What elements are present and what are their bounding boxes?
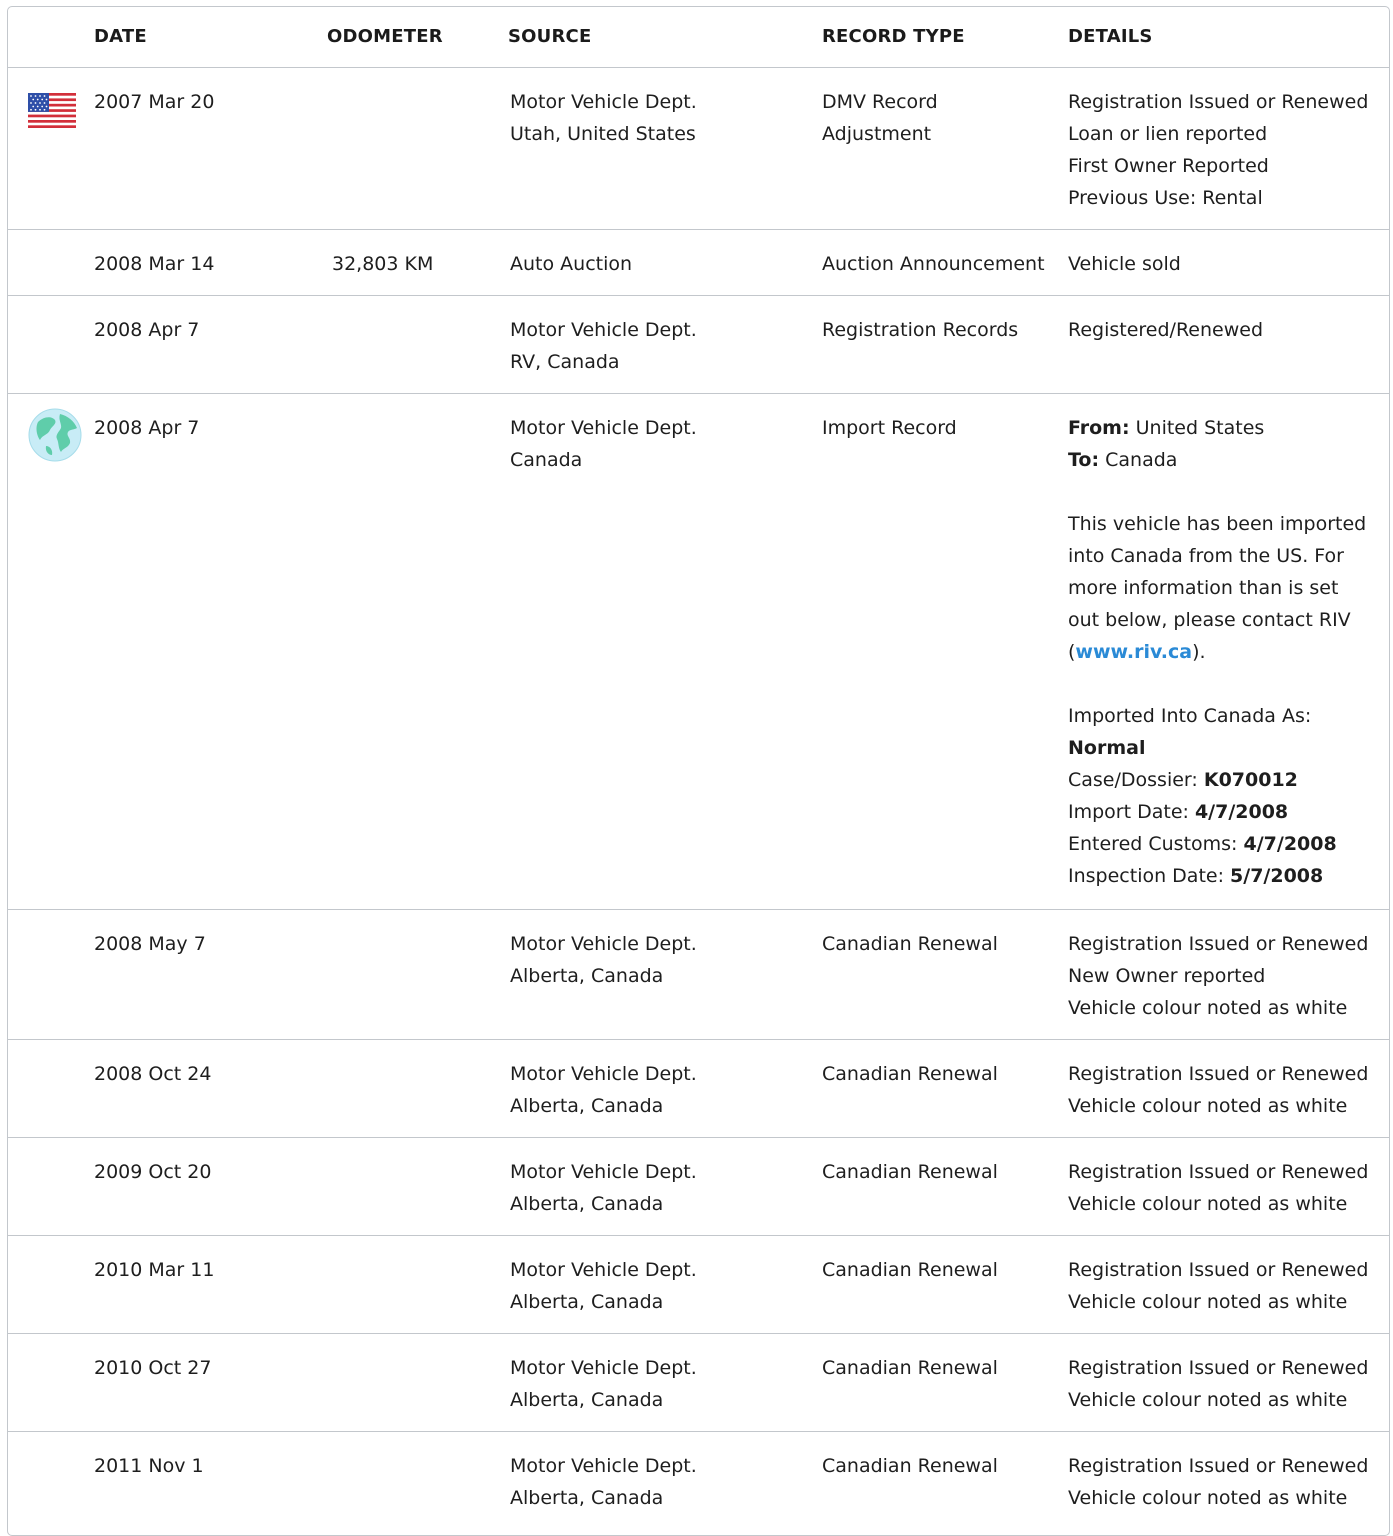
row-source: Motor Vehicle Dept. Alberta, Canada xyxy=(510,1063,697,1117)
import-note: This vehicle has been imported into Cana… xyxy=(1068,513,1367,663)
row-record-type: Registration Records xyxy=(822,319,1019,341)
row-date: 2011 Nov 1 xyxy=(94,1455,204,1477)
table-row: 2010 Oct 27 Motor Vehicle Dept. Alberta,… xyxy=(8,1334,1389,1432)
row-source: Motor Vehicle Dept. RV, Canada xyxy=(510,319,697,373)
table-row: 2008 May 7 Motor Vehicle Dept. Alberta, … xyxy=(8,910,1389,1040)
import-from: From: United States xyxy=(1068,417,1265,439)
row-record-type: Canadian Renewal xyxy=(822,1259,998,1281)
table-header: DATE ODOMETER SOURCE RECORD TYPE DETAILS xyxy=(8,7,1389,68)
row-source: Auto Auction xyxy=(510,253,633,275)
row-record-type: Canadian Renewal xyxy=(822,933,998,955)
us-flag-icon xyxy=(28,93,76,128)
table-row: 2008 Mar 14 32,803 KM Auto Auction Aucti… xyxy=(8,230,1389,296)
row-date: 2008 Mar 14 xyxy=(94,253,215,275)
row-source: Motor Vehicle Dept. Alberta, Canada xyxy=(510,1161,697,1215)
row-details: Registration Issued or Renewed Loan or l… xyxy=(1068,91,1369,209)
row-source: Motor Vehicle Dept. Canada xyxy=(510,417,697,471)
vehicle-history-table: DATE ODOMETER SOURCE RECORD TYPE DETAILS xyxy=(7,6,1390,1536)
table-row: 2008 Apr 7 Motor Vehicle Dept. Canada Im… xyxy=(8,394,1389,910)
row-date: 2009 Oct 20 xyxy=(94,1161,212,1183)
table-row: 2008 Oct 24 Motor Vehicle Dept. Alberta,… xyxy=(8,1040,1389,1138)
row-date: 2010 Oct 27 xyxy=(94,1357,212,1379)
row-date: 2008 Apr 7 xyxy=(94,417,200,439)
table-row: 2009 Oct 20 Motor Vehicle Dept. Alberta,… xyxy=(8,1138,1389,1236)
row-details: Registration Issued or Renewed Vehicle c… xyxy=(1068,1063,1369,1117)
row-record-type: Auction Announcement xyxy=(822,253,1045,275)
row-record-type: DMV Record Adjustment xyxy=(822,91,938,145)
row-details: Registration Issued or Renewed Vehicle c… xyxy=(1068,1161,1369,1215)
row-source: Motor Vehicle Dept. Alberta, Canada xyxy=(510,1357,697,1411)
row-details: Vehicle sold xyxy=(1068,253,1181,275)
row-details: Registration Issued or Renewed Vehicle c… xyxy=(1068,1455,1369,1509)
row-details: From: United States To: Canada This vehi… xyxy=(1068,412,1368,892)
header-source: SOURCE xyxy=(508,26,592,47)
row-details: Registration Issued or Renewed New Owner… xyxy=(1068,933,1369,1019)
header-odometer: ODOMETER xyxy=(327,26,443,47)
row-record-type: Canadian Renewal xyxy=(822,1063,998,1085)
riv-link[interactable]: www.riv.ca xyxy=(1075,641,1192,663)
table-row: 2011 Nov 1 Motor Vehicle Dept. Alberta, … xyxy=(8,1432,1389,1535)
row-odometer: 32,803 KM xyxy=(332,253,434,275)
row-source: Motor Vehicle Dept. Utah, United States xyxy=(510,91,697,145)
row-details: Registration Issued or Renewed Vehicle c… xyxy=(1068,1357,1369,1411)
row-source: Motor Vehicle Dept. Alberta, Canada xyxy=(510,1455,697,1509)
table-row: 2008 Apr 7 Motor Vehicle Dept. RV, Canad… xyxy=(8,296,1389,394)
row-date: 2008 May 7 xyxy=(94,933,206,955)
row-source: Motor Vehicle Dept. Alberta, Canada xyxy=(510,933,697,987)
row-record-type: Import Record xyxy=(822,417,957,439)
header-details: DETAILS xyxy=(1068,26,1153,47)
row-date: 2008 Oct 24 xyxy=(94,1063,212,1085)
row-date: 2010 Mar 11 xyxy=(94,1259,215,1281)
header-date: DATE xyxy=(94,26,147,47)
row-record-type: Canadian Renewal xyxy=(822,1455,998,1477)
row-date: 2008 Apr 7 xyxy=(94,319,200,341)
table-row: 2007 Mar 20 Motor Vehicle Dept. Utah, Un… xyxy=(8,68,1389,230)
row-record-type: Canadian Renewal xyxy=(822,1357,998,1379)
table-row: 2010 Mar 11 Motor Vehicle Dept. Alberta,… xyxy=(8,1236,1389,1334)
globe-icon xyxy=(28,408,82,462)
row-details: Registration Issued or Renewed Vehicle c… xyxy=(1068,1259,1369,1313)
row-source: Motor Vehicle Dept. Alberta, Canada xyxy=(510,1259,697,1313)
row-record-type: Canadian Renewal xyxy=(822,1161,998,1183)
header-record-type: RECORD TYPE xyxy=(822,26,965,47)
row-details: Registered/Renewed xyxy=(1068,319,1264,341)
import-to: To: Canada xyxy=(1068,449,1178,471)
row-date: 2007 Mar 20 xyxy=(94,91,215,113)
